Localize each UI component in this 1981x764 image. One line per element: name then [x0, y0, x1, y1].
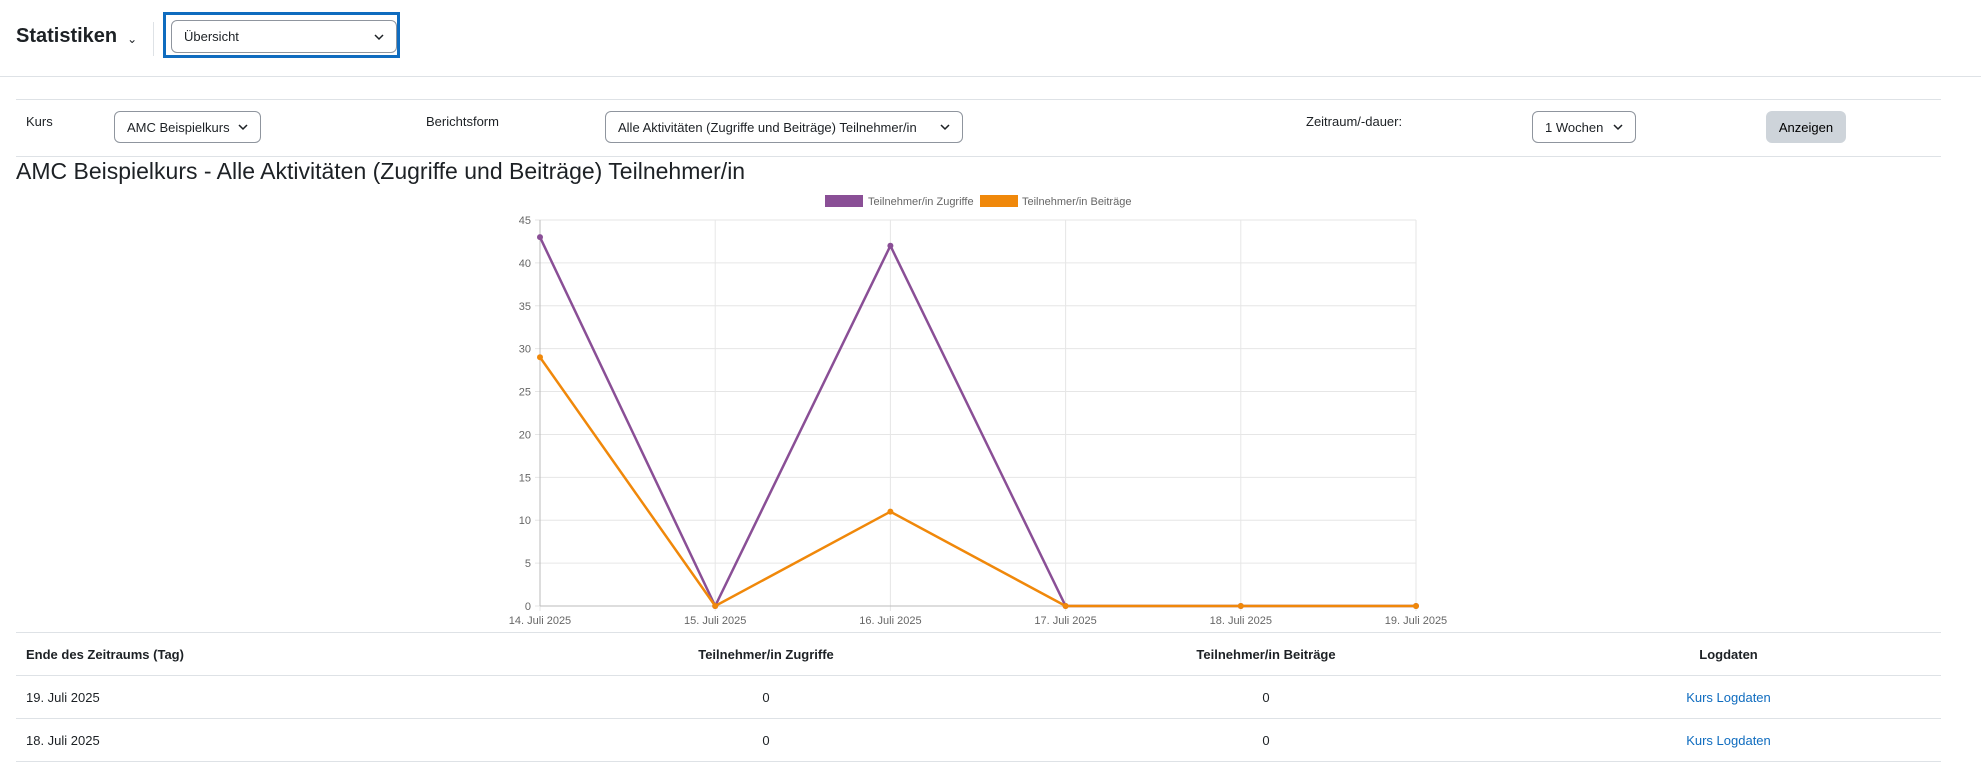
data-point	[1237, 603, 1244, 609]
x-tick-label: 15. Juli 2025	[684, 615, 746, 627]
report-select-value: Alle Aktivitäten (Zugriffe und Beiträge)…	[618, 119, 917, 135]
stats-table: Ende des Zeitraums (Tag) Teilnehmer/in Z…	[16, 632, 1941, 762]
chevron-down-icon	[238, 124, 248, 131]
table-row: 18. Juli 2025 0 0 Kurs Logdaten	[16, 718, 1941, 762]
legend-label: Teilnehmer/in Zugriffe	[868, 196, 974, 208]
page-title-menu[interactable]: Statistiken ⌄	[16, 25, 137, 48]
course-logs-link[interactable]: Kurs Logdaten	[1686, 733, 1771, 748]
y-tick-label: 5	[525, 558, 531, 570]
x-tick-label: 14. Juli 2025	[509, 615, 571, 627]
cell-posts: 0	[1016, 675, 1516, 719]
report-label: Berichtsform	[426, 114, 499, 129]
cell-date: 19. Juli 2025	[16, 675, 516, 719]
show-button[interactable]: Anzeigen	[1766, 111, 1846, 143]
y-tick-label: 30	[519, 344, 531, 356]
chevron-down-icon	[940, 124, 950, 131]
y-tick-label: 35	[519, 301, 531, 313]
y-tick-label: 25	[519, 387, 531, 399]
column-header-logs: Logdaten	[1516, 632, 1941, 676]
legend-swatch	[825, 195, 863, 207]
y-tick-label: 15	[519, 472, 531, 484]
data-point	[887, 242, 894, 249]
chevron-down-icon	[1613, 124, 1623, 131]
y-tick-label: 45	[519, 215, 531, 227]
period-select-value: 1 Wochen	[1545, 119, 1604, 135]
cell-views: 0	[516, 675, 1016, 719]
course-logs-link[interactable]: Kurs Logdaten	[1686, 690, 1771, 705]
chevron-down-icon: ⌄	[127, 31, 138, 46]
line-chart: 0 5 10 15 20 25 30 35 40 45 14. Juli 2025 15. Juli …	[509, 195, 1447, 627]
table-row: 19. Juli 2025 0 0 Kurs Logdaten	[16, 675, 1941, 719]
x-tick-label: 19. Juli 2025	[1385, 615, 1447, 627]
cell-posts: 0	[1016, 718, 1516, 762]
series-line	[538, 356, 1416, 608]
x-tick-label: 16. Juli 2025	[859, 615, 921, 627]
y-tick-label: 20	[519, 429, 531, 441]
report-form	[16, 99, 1941, 157]
data-point	[887, 508, 894, 515]
view-select-value: Übersicht	[184, 29, 239, 44]
cell-date: 18. Juli 2025	[16, 718, 516, 762]
report-select[interactable]: Alle Aktivitäten (Zugriffe und Beiträge)…	[605, 111, 963, 143]
data-point	[537, 234, 543, 241]
data-point	[712, 603, 719, 609]
x-tick-label: 17. Juli 2025	[1034, 615, 1096, 627]
period-select[interactable]: 1 Wochen	[1532, 111, 1636, 143]
report-title: AMC Beispielkurs - Alle Aktivitäten (Zug…	[16, 158, 746, 184]
series-line	[538, 236, 1416, 609]
view-select[interactable]: Übersicht	[171, 20, 397, 53]
table-header-row: Ende des Zeitraums (Tag) Teilnehmer/in Z…	[16, 632, 1941, 676]
data-point	[1062, 603, 1069, 609]
page-title: Statistiken	[16, 25, 118, 47]
cell-logs: Kurs Logdaten	[1516, 675, 1941, 719]
x-tick-label: 18. Juli 2025	[1210, 615, 1272, 627]
column-header-date: Ende des Zeitraums (Tag)	[16, 632, 516, 676]
course-label: Kurs	[26, 114, 53, 129]
y-tick-label: 10	[519, 515, 531, 527]
page-header: Statistiken ⌄ Übersicht	[0, 0, 1981, 77]
data-point	[537, 354, 543, 361]
column-header-posts: Teilnehmer/in Beiträge	[1016, 632, 1516, 676]
period-label: Zeitraum/-dauer:	[1306, 114, 1403, 129]
divider	[153, 22, 154, 56]
course-select-value: AMC Beispielkurs	[127, 119, 230, 135]
chevron-down-icon	[374, 33, 384, 40]
legend-label: Teilnehmer/in Beiträge	[1022, 196, 1131, 208]
column-header-views: Teilnehmer/in Zugriffe	[516, 632, 1016, 676]
y-tick-label: 0	[525, 601, 531, 613]
legend-swatch	[980, 195, 1018, 207]
cell-views: 0	[516, 718, 1016, 762]
cell-logs: Kurs Logdaten	[1516, 718, 1941, 762]
data-point	[1413, 603, 1419, 609]
y-tick-label: 40	[519, 258, 531, 270]
course-select[interactable]: AMC Beispielkurs	[114, 111, 261, 143]
